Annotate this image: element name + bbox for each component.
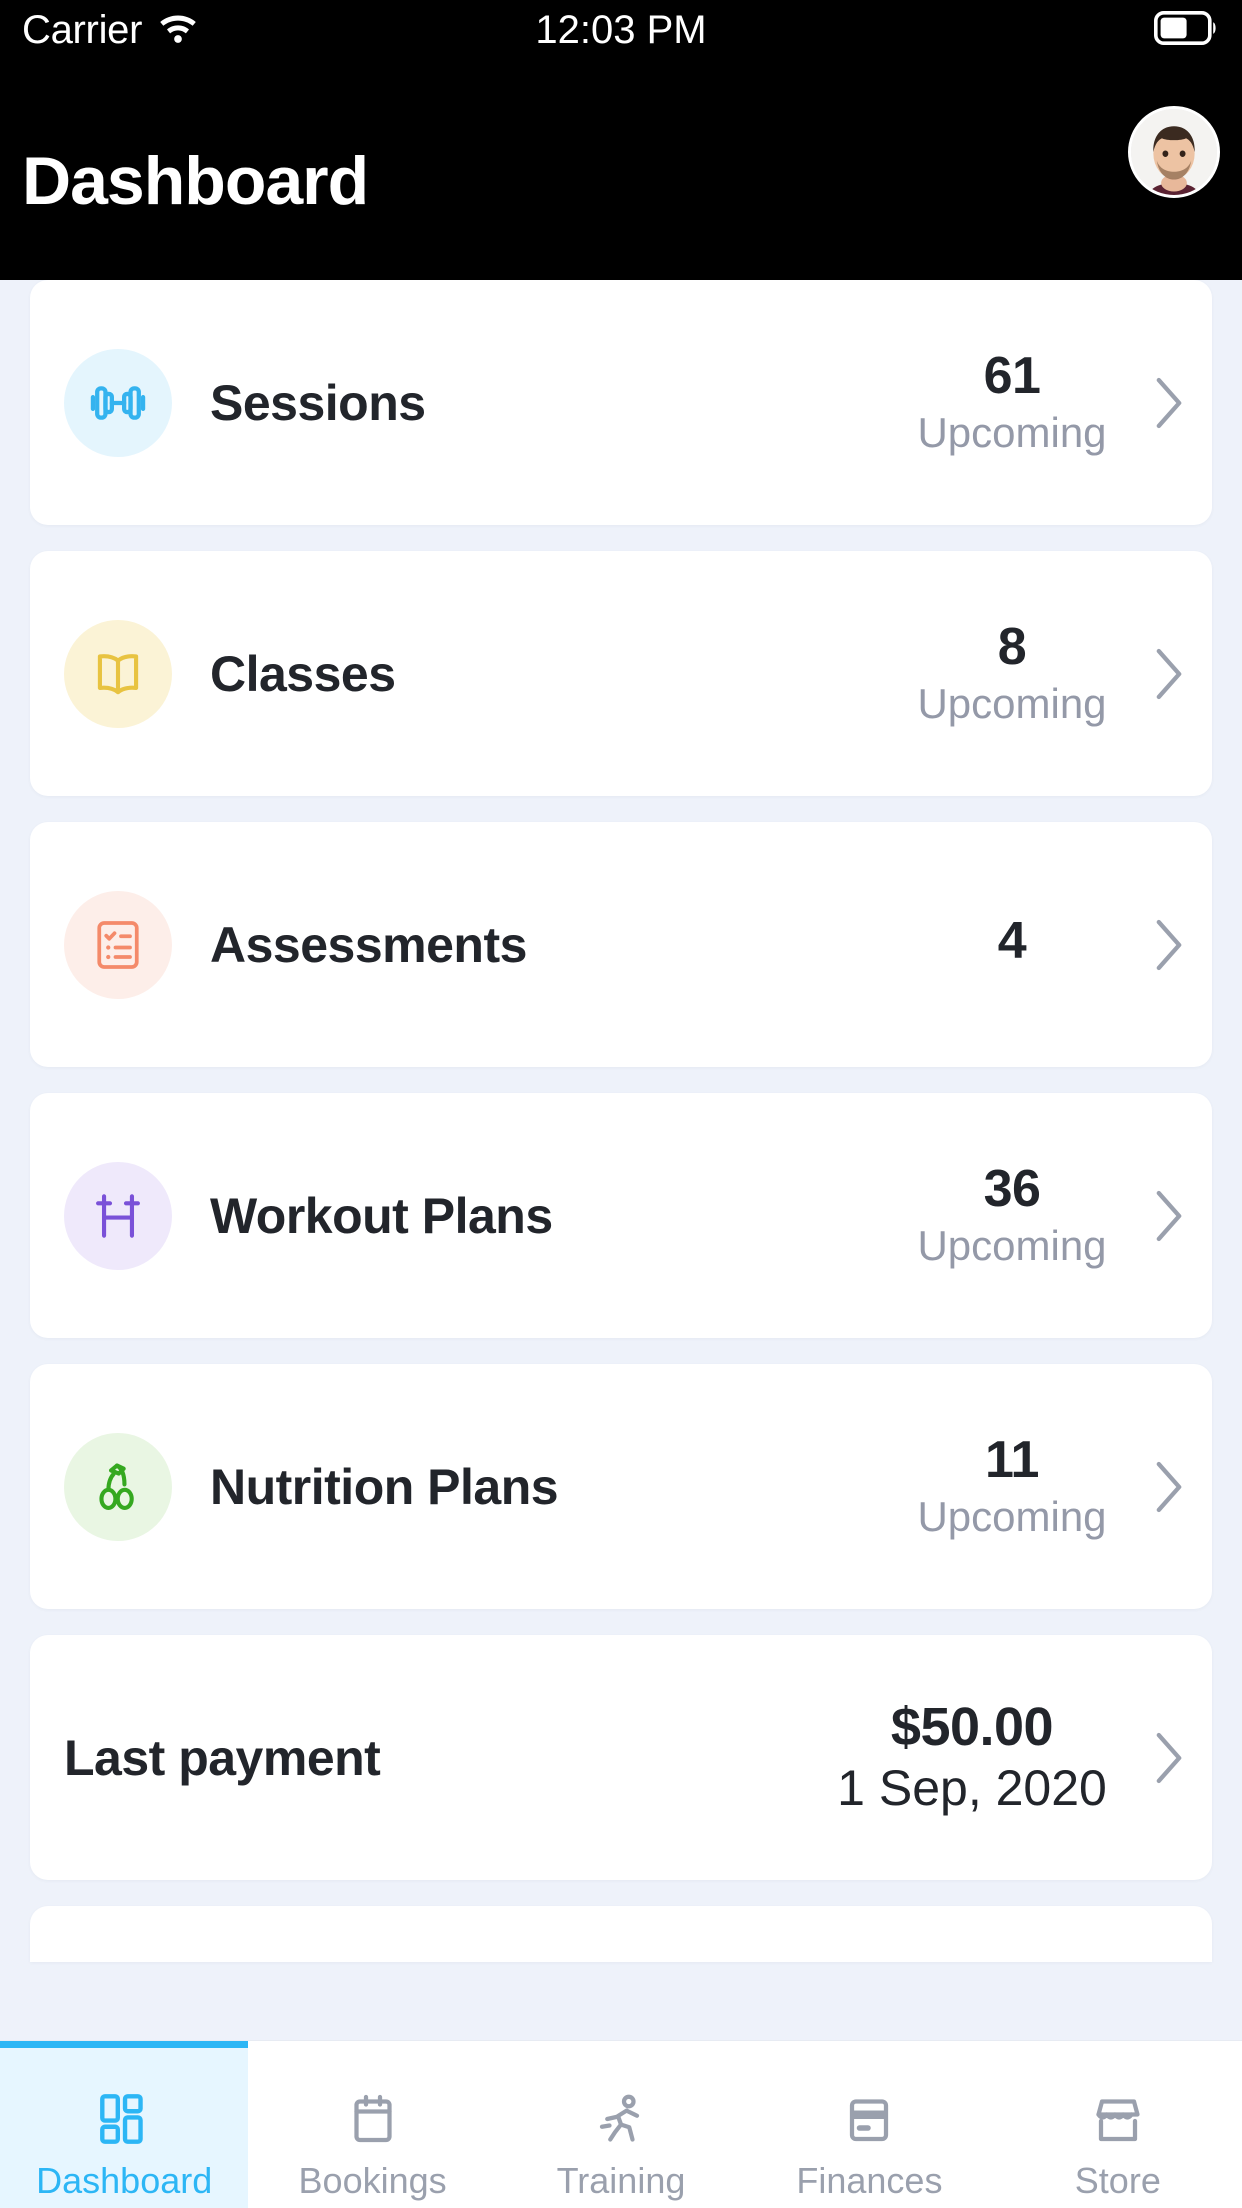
page-title: Dashboard	[22, 143, 369, 219]
status-bar-time: 12:03 PM	[535, 7, 707, 52]
avatar[interactable]	[1128, 106, 1220, 198]
battery-icon	[1153, 10, 1220, 50]
card-classes[interactable]: Classes 8 Upcoming	[30, 551, 1212, 796]
barbell-icon	[64, 1161, 172, 1270]
card-value: 61	[983, 347, 1041, 406]
card-subtitle: Upcoming	[917, 679, 1107, 727]
tab-bookings[interactable]: Bookings	[248, 2041, 496, 2208]
card-value: 8	[997, 618, 1027, 677]
card-metric: 36 Upcoming	[906, 1162, 1126, 1269]
tab-label: Store	[1074, 2159, 1161, 2201]
page-header: Dashboard	[0, 60, 1242, 280]
card-label: Sessions	[210, 374, 426, 431]
card-metric: $50.00 1 Sep, 2020	[826, 1696, 1126, 1817]
card-metric: 8 Upcoming	[906, 620, 1126, 727]
payment-amount: $50.00	[890, 1696, 1054, 1757]
card-sessions[interactable]: Sessions 61 Upcoming	[30, 280, 1212, 525]
dashboard-list[interactable]: Sessions 61 Upcoming Classes 8 Upcoming …	[0, 280, 1242, 2040]
card-metric: 4	[906, 914, 1126, 975]
dumbbell-icon	[64, 348, 172, 457]
storefront-icon	[1088, 2054, 1148, 2150]
chevron-right-icon[interactable]	[1126, 1459, 1212, 1515]
tab-label: Bookings	[298, 2159, 447, 2201]
status-bar: Carrier 12:03 PM	[0, 0, 1242, 60]
card-label: Last payment	[64, 1729, 381, 1786]
card-last-payment[interactable]: Last payment $50.00 1 Sep, 2020	[30, 1635, 1212, 1880]
card-value: 36	[983, 1160, 1041, 1219]
tab-store[interactable]: Store	[994, 2041, 1242, 2208]
tab-label: Dashboard	[36, 2159, 213, 2201]
card-nutrition-plans[interactable]: Nutrition Plans 11 Upcoming	[30, 1364, 1212, 1609]
tab-label: Training	[556, 2159, 686, 2201]
clipboard-checklist-icon	[64, 890, 172, 999]
card-label: Assessments	[210, 916, 527, 973]
card-subtitle: Upcoming	[917, 1492, 1107, 1540]
running-person-icon	[591, 2054, 651, 2150]
card-label: Nutrition Plans	[210, 1458, 559, 1515]
card-label: Workout Plans	[210, 1187, 553, 1244]
chevron-right-icon[interactable]	[1126, 375, 1212, 431]
credit-card-icon	[839, 2054, 899, 2150]
tab-dashboard[interactable]: Dashboard	[0, 2041, 249, 2208]
card-next-partial[interactable]	[30, 1906, 1212, 1962]
card-metric: 61 Upcoming	[906, 349, 1126, 456]
chevron-right-icon[interactable]	[1126, 917, 1212, 973]
card-subtitle: Upcoming	[917, 408, 1107, 456]
card-assessments[interactable]: Assessments 4	[30, 822, 1212, 1067]
tab-finances[interactable]: Finances	[745, 2041, 993, 2208]
avatar-photo-icon	[1131, 109, 1217, 195]
status-bar-right	[1153, 10, 1220, 50]
phone-screen: Carrier 12:03 PM Dashboard Sessions 61 U…	[0, 0, 1242, 2208]
open-book-icon	[64, 619, 172, 728]
card-value: 4	[997, 912, 1027, 971]
dashboard-grid-icon	[93, 2054, 155, 2150]
card-value: 11	[985, 1431, 1039, 1490]
card-metric: 11 Upcoming	[906, 1433, 1126, 1540]
chevron-right-icon[interactable]	[1126, 1188, 1212, 1244]
chevron-right-icon[interactable]	[1126, 1730, 1212, 1786]
card-label: Classes	[210, 645, 396, 702]
cherries-icon	[64, 1432, 172, 1541]
card-subtitle: Upcoming	[917, 1221, 1107, 1269]
calendar-icon	[343, 2054, 403, 2150]
card-workout-plans[interactable]: Workout Plans 36 Upcoming	[30, 1093, 1212, 1338]
tab-label: Finances	[796, 2159, 943, 2201]
bottom-tab-bar[interactable]: Dashboard Bookings Training Finances Sto…	[0, 2040, 1242, 2208]
payment-date: 1 Sep, 2020	[837, 1760, 1107, 1817]
tab-training[interactable]: Training	[497, 2041, 745, 2208]
chevron-right-icon[interactable]	[1126, 646, 1212, 702]
